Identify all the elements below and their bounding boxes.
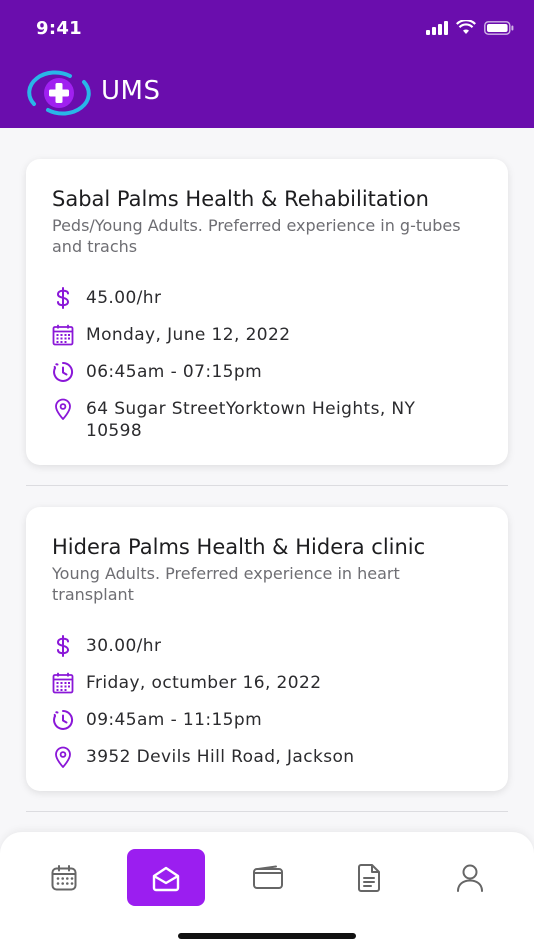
app-title: UMS [101,76,161,106]
bottom-nav [0,832,534,950]
job-time-row: 09:45am - 11:15pm [52,709,466,731]
job-date: Friday, octumber 16, 2022 [86,673,322,693]
nav-documents[interactable] [330,849,408,906]
job-rate-row: 45.00/hr [52,287,466,309]
job-date-row: Friday, octumber 16, 2022 [52,672,466,694]
nav-profile[interactable] [431,849,509,906]
card-divider [26,485,508,486]
calendar-icon [51,864,77,890]
app-bar: UMS [0,62,534,122]
job-address: 3952 Devils Hill Road, Jackson [86,747,355,767]
document-icon [358,863,380,892]
app-header: 9:41 UMS [0,0,534,128]
wifi-icon [456,20,476,34]
card-divider [26,811,508,812]
nav-wallet[interactable] [229,849,307,906]
job-title: Sabal Palms Health & Rehabilitation [52,187,429,211]
nav-calendar[interactable] [25,849,103,906]
job-time: 09:45am - 11:15pm [86,710,263,730]
ums-logo-icon [27,70,91,116]
job-address-row: 64 Sugar StreetYorktown Heights, NY 1059… [52,398,466,442]
profile-icon [457,864,483,892]
status-bar: 9:41 [0,0,534,58]
clock-icon [53,361,74,382]
job-rate-row: 30.00/hr [52,635,466,657]
inbox-icon [152,866,180,891]
nav-inbox[interactable] [127,849,205,906]
status-icons [426,20,514,35]
job-list[interactable]: Sabal Palms Health & Rehabilitation Peds… [0,128,534,832]
dollar-icon [56,287,70,309]
job-title: Hidera Palms Health & Hidera clinic [52,535,426,559]
location-pin-icon [55,398,71,420]
job-date-row: Monday, June 12, 2022 [52,324,466,346]
job-address-row: 3952 Devils Hill Road, Jackson [52,746,466,768]
job-rate: 45.00/hr [86,288,162,308]
calendar-icon [52,672,74,694]
job-time: 06:45am - 07:15pm [86,362,263,382]
job-card[interactable]: Hidera Palms Health & Hidera clinic Youn… [26,507,508,791]
location-pin-icon [55,746,71,768]
job-time-row: 06:45am - 07:15pm [52,361,466,383]
job-address: 64 Sugar StreetYorktown Heights, NY 1059… [86,399,416,441]
job-description: Peds/Young Adults. Preferred experience … [52,216,461,256]
calendar-icon [52,324,74,346]
wallet-icon [253,865,283,889]
job-date: Monday, June 12, 2022 [86,325,291,345]
job-description: Young Adults. Preferred experience in he… [52,564,400,604]
job-rate: 30.00/hr [86,636,162,656]
signal-icon [426,20,448,35]
job-card[interactable]: Sabal Palms Health & Rehabilitation Peds… [26,159,508,465]
clock-icon [53,709,74,730]
battery-icon [484,20,514,35]
home-indicator[interactable] [178,933,356,939]
status-time: 9:41 [36,18,82,39]
dollar-icon [56,635,70,657]
